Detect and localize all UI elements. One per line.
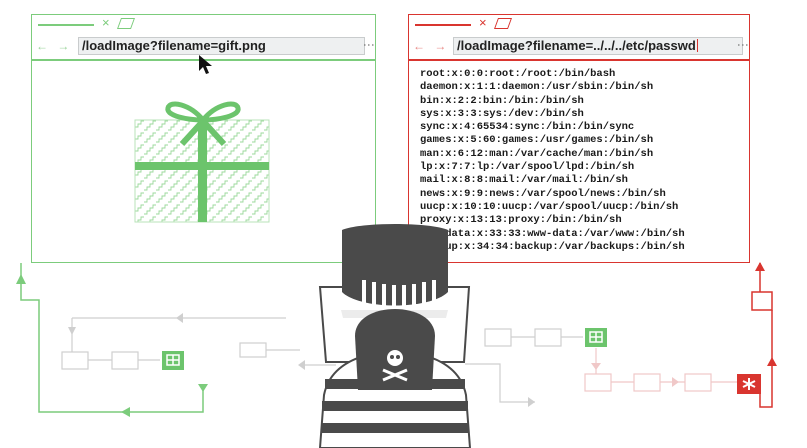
folder-icon — [534, 328, 562, 347]
gift-icon — [134, 101, 270, 223]
arrow-left-icon — [298, 360, 305, 370]
gift-bow-left — [165, 101, 209, 123]
folder-icon — [684, 373, 712, 392]
folder-icon — [633, 373, 661, 392]
arrow-left-icon — [176, 313, 183, 323]
image-file-icon — [162, 351, 184, 370]
file-tree-left — [61, 317, 336, 370]
folder-icon — [484, 328, 512, 347]
arrow-down-icon — [68, 327, 76, 335]
mouse-pointer-icon — [199, 55, 212, 74]
arrow-right-icon — [672, 377, 679, 387]
arrow-down-icon — [198, 384, 208, 392]
hacker-torso — [355, 309, 435, 390]
arrow-right-icon — [528, 397, 535, 407]
arrow-up-icon — [767, 357, 777, 366]
gift-bow-right — [197, 101, 241, 123]
arrow-left-icon — [121, 407, 130, 417]
image-file-icon — [585, 328, 607, 347]
traversal-path — [584, 348, 737, 392]
folder-icon — [584, 373, 612, 392]
asterisk-file-icon — [737, 374, 761, 394]
safe-request-flow — [20, 263, 204, 413]
arrow-down-icon — [591, 363, 601, 370]
illustration-layer — [16, 55, 777, 448]
folder-icon — [111, 351, 139, 370]
gift-ribbon-horizontal — [135, 162, 269, 170]
arrow-up-icon — [755, 262, 765, 271]
arrow-up-icon — [16, 274, 26, 284]
folder-icon — [61, 351, 89, 370]
folder-icon — [239, 342, 267, 358]
gift-ribbon-vertical — [198, 120, 207, 222]
